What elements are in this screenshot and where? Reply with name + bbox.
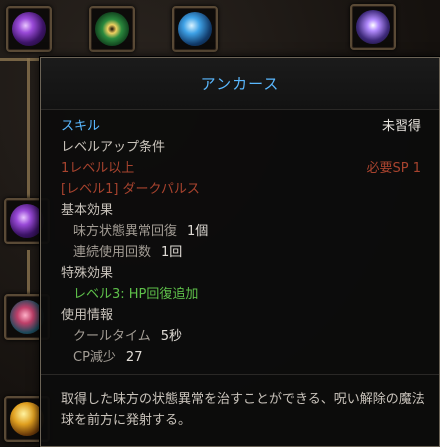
required-level: 1レベル以上: [61, 160, 135, 176]
skill-label: スキル: [61, 118, 101, 134]
basic-effect-row: 味方状態異常回復 1個: [61, 221, 421, 242]
usage-name: クールタイム: [73, 328, 151, 344]
skill-slot[interactable]: [6, 6, 52, 52]
purple-orb-icon: [12, 12, 46, 46]
effect-value: 1個: [187, 223, 209, 239]
skill-slot[interactable]: [89, 6, 135, 52]
effect-value: 1回: [161, 244, 183, 260]
tree-connector: [27, 58, 30, 198]
usage-value: 5秒: [160, 328, 183, 344]
gold-orb-icon: [10, 402, 44, 436]
skill-tooltip: アンカース スキル 未習得 レベルアップ条件 1レベル以上 必要SP 1 [レベ…: [40, 57, 440, 447]
effect-name: 味方状態異常回復: [73, 223, 178, 239]
coral-plant-icon: [10, 300, 44, 334]
blue-orb-icon: [178, 12, 212, 46]
usage-label: 使用情報: [61, 307, 114, 323]
skill-status-row: スキル 未習得: [61, 116, 421, 137]
usage-name: CP減少: [73, 349, 116, 365]
skill-description: 取得した味方の状態異常を治すことができる、呪い解除の魔法球を前方に発射する。: [41, 374, 439, 446]
required-sp: 必要SP 1: [366, 160, 422, 176]
skill-status: 未習得: [381, 118, 421, 134]
tooltip-body: スキル 未習得 レベルアップ条件 1レベル以上 必要SP 1 [レベル1] ダー…: [41, 110, 439, 368]
skill-slot[interactable]: [350, 4, 396, 50]
usage-heading: 使用情報: [61, 305, 421, 326]
levelup-label: レベルアップ条件: [61, 139, 166, 155]
special-effect: レベル3: HP回復追加: [73, 286, 199, 302]
special-effect-heading: 特殊効果: [61, 263, 421, 284]
basic-effect-label: 基本効果: [61, 202, 114, 218]
tree-connector: [27, 250, 30, 294]
prerequisite-skill: [レベル1] ダークパルス: [61, 181, 200, 197]
violet-orb-icon: [356, 10, 390, 44]
usage-row: CP減少 27: [61, 347, 421, 368]
levelup-heading-row: レベルアップ条件: [61, 137, 421, 158]
tooltip-header: アンカース: [41, 58, 439, 110]
green-rune-icon: [95, 12, 129, 46]
usage-value: 27: [125, 349, 143, 365]
skill-slot[interactable]: [172, 6, 218, 52]
basic-effect-row: 連続使用回数 1回: [61, 242, 421, 263]
special-effect-row: レベル3: HP回復追加: [61, 284, 421, 305]
requirement-row: 1レベル以上 必要SP 1: [61, 158, 421, 179]
effect-name: 連続使用回数: [73, 244, 152, 260]
usage-row: クールタイム 5秒: [61, 326, 421, 347]
special-effect-label: 特殊効果: [61, 265, 114, 281]
basic-effect-heading: 基本効果: [61, 200, 421, 221]
purple-orb-icon: [10, 204, 44, 238]
prerequisite-row: [レベル1] ダークパルス: [61, 179, 421, 200]
skill-title: アンカース: [200, 75, 280, 93]
